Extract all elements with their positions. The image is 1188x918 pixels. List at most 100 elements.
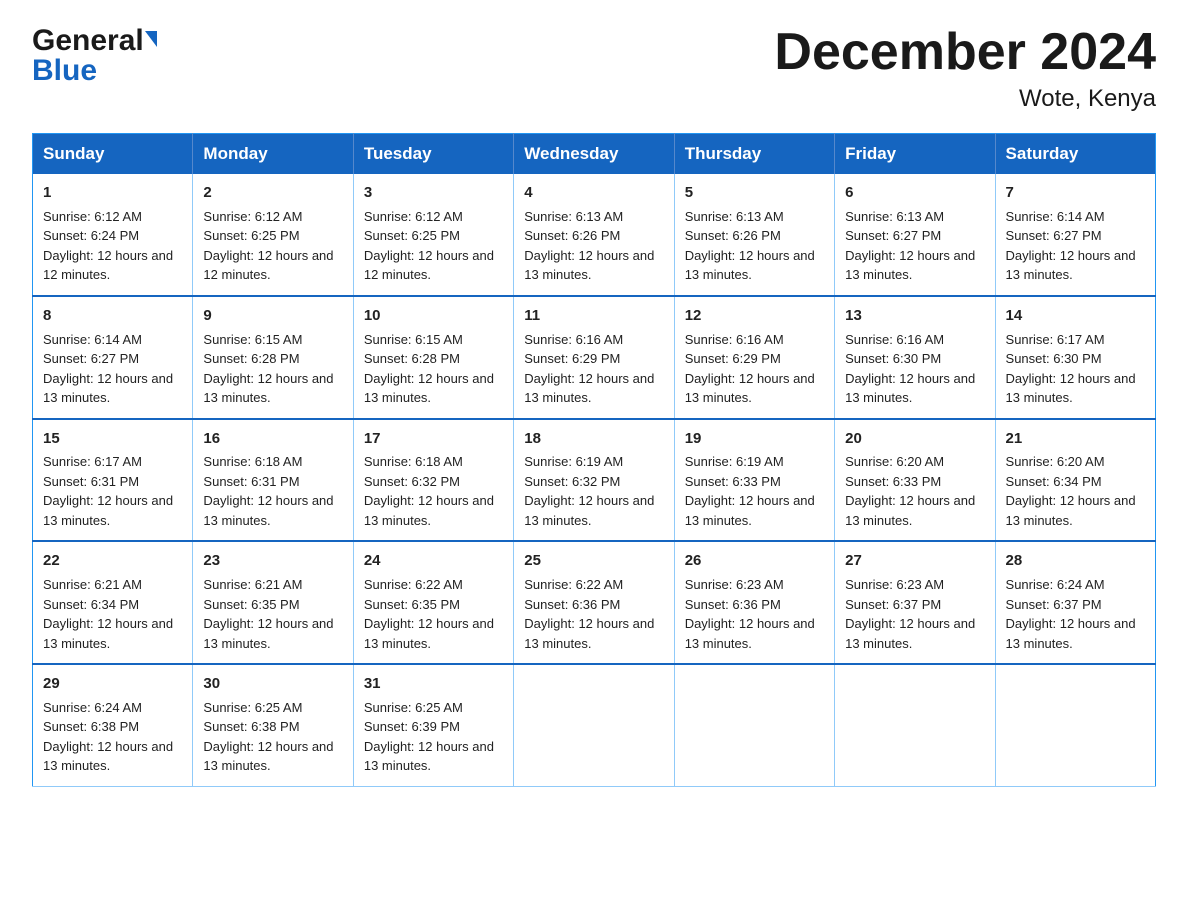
calendar-cell: 7Sunrise: 6:14 AMSunset: 6:27 PMDaylight… — [995, 174, 1155, 296]
day-info: Sunrise: 6:21 AMSunset: 6:34 PMDaylight:… — [43, 575, 182, 653]
day-number: 22 — [43, 550, 182, 572]
calendar-cell: 6 Sunrise: 6:13 AMSunset: 6:27 PMDaylight… — [835, 174, 995, 296]
calendar-table: Sunday Monday Tuesday Wednesday Thursday… — [32, 133, 1156, 787]
month-title: December 2024 — [774, 24, 1156, 81]
day-info: Sunrise: 6:12 AMSunset: 6:25 PMDaylight:… — [364, 207, 503, 285]
col-tuesday: Tuesday — [353, 134, 513, 175]
day-info: Sunrise: 6:13 AMSunset: 6:27 PMDaylight:… — [845, 207, 984, 285]
day-info: Sunrise: 6:14 AMSunset: 6:27 PMDaylight:… — [43, 330, 182, 408]
day-number: 25 — [524, 550, 663, 572]
title-block: December 2024 Wote, Kenya — [774, 24, 1156, 113]
calendar-cell: 18Sunrise: 6:19 AMSunset: 6:32 PMDayligh… — [514, 419, 674, 542]
day-info: Sunrise: 6:16 AMSunset: 6:29 PMDaylight:… — [685, 330, 824, 408]
day-info: Sunrise: 6:22 AMSunset: 6:36 PMDaylight:… — [524, 575, 663, 653]
calendar-body: 1Sunrise: 6:12 AMSunset: 6:24 PMDaylight… — [33, 174, 1156, 786]
day-number: 28 — [1006, 550, 1145, 572]
col-monday: Monday — [193, 134, 353, 175]
day-info: Sunrise: 6:15 AMSunset: 6:28 PMDaylight:… — [364, 330, 503, 408]
calendar-cell: 14 Sunrise: 6:17 AMSunset: 6:30 PMDayligh… — [995, 296, 1155, 419]
calendar-cell: 29Sunrise: 6:24 AMSunset: 6:38 PMDayligh… — [33, 664, 193, 786]
day-info: Sunrise: 6:21 AMSunset: 6:35 PMDaylight:… — [203, 575, 342, 653]
calendar-cell: 11Sunrise: 6:16 AMSunset: 6:29 PMDayligh… — [514, 296, 674, 419]
day-number: 3 — [364, 182, 503, 204]
day-number: 18 — [524, 428, 663, 450]
day-number: 5 — [685, 182, 824, 204]
col-thursday: Thursday — [674, 134, 834, 175]
day-number: 13 — [845, 305, 984, 327]
calendar-week-row: 22 Sunrise: 6:21 AMSunset: 6:34 PMDayligh… — [33, 541, 1156, 664]
day-number: 23 — [203, 550, 342, 572]
calendar-cell: 8 Sunrise: 6:14 AMSunset: 6:27 PMDaylight… — [33, 296, 193, 419]
day-info: Sunrise: 6:24 AMSunset: 6:37 PMDaylight:… — [1006, 575, 1145, 653]
day-number: 21 — [1006, 428, 1145, 450]
day-info: Sunrise: 6:16 AMSunset: 6:30 PMDaylight:… — [845, 330, 984, 408]
day-number: 29 — [43, 673, 182, 695]
day-number: 16 — [203, 428, 342, 450]
day-number: 6 — [845, 182, 984, 204]
day-info: Sunrise: 6:19 AMSunset: 6:33 PMDaylight:… — [685, 452, 824, 530]
calendar-cell — [995, 664, 1155, 786]
col-saturday: Saturday — [995, 134, 1155, 175]
day-info: Sunrise: 6:12 AMSunset: 6:25 PMDaylight:… — [203, 207, 342, 285]
calendar-cell: 3 Sunrise: 6:12 AMSunset: 6:25 PMDaylight… — [353, 174, 513, 296]
day-number: 31 — [364, 673, 503, 695]
day-number: 17 — [364, 428, 503, 450]
col-wednesday: Wednesday — [514, 134, 674, 175]
day-number: 20 — [845, 428, 984, 450]
day-number: 14 — [1006, 305, 1145, 327]
location: Wote, Kenya — [774, 85, 1156, 113]
calendar-cell: 12 Sunrise: 6:16 AMSunset: 6:29 PMDayligh… — [674, 296, 834, 419]
calendar-cell: 21Sunrise: 6:20 AMSunset: 6:34 PMDayligh… — [995, 419, 1155, 542]
day-info: Sunrise: 6:15 AMSunset: 6:28 PMDaylight:… — [203, 330, 342, 408]
calendar-week-row: 29Sunrise: 6:24 AMSunset: 6:38 PMDayligh… — [33, 664, 1156, 786]
day-number: 27 — [845, 550, 984, 572]
day-number: 2 — [203, 182, 342, 204]
calendar-cell — [835, 664, 995, 786]
calendar-cell: 2 Sunrise: 6:12 AMSunset: 6:25 PMDaylight… — [193, 174, 353, 296]
day-number: 24 — [364, 550, 503, 572]
calendar-cell: 16Sunrise: 6:18 AMSunset: 6:31 PMDayligh… — [193, 419, 353, 542]
day-number: 7 — [1006, 182, 1145, 204]
day-info: Sunrise: 6:25 AMSunset: 6:39 PMDaylight:… — [364, 698, 503, 776]
day-info: Sunrise: 6:13 AMSunset: 6:26 PMDaylight:… — [524, 207, 663, 285]
day-info: Sunrise: 6:20 AMSunset: 6:33 PMDaylight:… — [845, 452, 984, 530]
day-number: 4 — [524, 182, 663, 204]
calendar-cell: 19Sunrise: 6:19 AMSunset: 6:33 PMDayligh… — [674, 419, 834, 542]
col-sunday: Sunday — [33, 134, 193, 175]
calendar-cell: 5Sunrise: 6:13 AMSunset: 6:26 PMDaylight… — [674, 174, 834, 296]
day-number: 8 — [43, 305, 182, 327]
calendar-cell: 10 Sunrise: 6:15 AMSunset: 6:28 PMDayligh… — [353, 296, 513, 419]
calendar-header: Sunday Monday Tuesday Wednesday Thursday… — [33, 134, 1156, 175]
calendar-week-row: 1Sunrise: 6:12 AMSunset: 6:24 PMDaylight… — [33, 174, 1156, 296]
page-header: General Blue December 2024 Wote, Kenya — [32, 24, 1156, 113]
day-info: Sunrise: 6:17 AMSunset: 6:30 PMDaylight:… — [1006, 330, 1145, 408]
calendar-cell: 25 Sunrise: 6:22 AMSunset: 6:36 PMDayligh… — [514, 541, 674, 664]
logo-general: General — [32, 24, 144, 58]
calendar-cell — [514, 664, 674, 786]
day-info: Sunrise: 6:23 AMSunset: 6:36 PMDaylight:… — [685, 575, 824, 653]
logo-blue: Blue — [32, 54, 157, 88]
logo-arrow-icon — [145, 31, 157, 47]
calendar-cell: 23 Sunrise: 6:21 AMSunset: 6:35 PMDayligh… — [193, 541, 353, 664]
day-number: 1 — [43, 182, 182, 204]
day-number: 12 — [685, 305, 824, 327]
day-info: Sunrise: 6:17 AMSunset: 6:31 PMDaylight:… — [43, 452, 182, 530]
day-number: 30 — [203, 673, 342, 695]
calendar-cell: 9Sunrise: 6:15 AMSunset: 6:28 PMDaylight… — [193, 296, 353, 419]
logo: General Blue — [32, 24, 157, 88]
calendar-week-row: 8 Sunrise: 6:14 AMSunset: 6:27 PMDaylight… — [33, 296, 1156, 419]
calendar-cell: 27Sunrise: 6:23 AMSunset: 6:37 PMDayligh… — [835, 541, 995, 664]
calendar-cell: 17Sunrise: 6:18 AMSunset: 6:32 PMDayligh… — [353, 419, 513, 542]
calendar-cell: 22 Sunrise: 6:21 AMSunset: 6:34 PMDayligh… — [33, 541, 193, 664]
calendar-cell: 31 Sunrise: 6:25 AMSunset: 6:39 PMDayligh… — [353, 664, 513, 786]
calendar-cell: 13 Sunrise: 6:16 AMSunset: 6:30 PMDayligh… — [835, 296, 995, 419]
day-number: 26 — [685, 550, 824, 572]
day-info: Sunrise: 6:25 AMSunset: 6:38 PMDaylight:… — [203, 698, 342, 776]
calendar-cell: 1Sunrise: 6:12 AMSunset: 6:24 PMDaylight… — [33, 174, 193, 296]
day-number: 10 — [364, 305, 503, 327]
day-number: 11 — [524, 305, 663, 327]
day-info: Sunrise: 6:22 AMSunset: 6:35 PMDaylight:… — [364, 575, 503, 653]
calendar-cell: 26 Sunrise: 6:23 AMSunset: 6:36 PMDayligh… — [674, 541, 834, 664]
calendar-cell — [674, 664, 834, 786]
days-of-week-row: Sunday Monday Tuesday Wednesday Thursday… — [33, 134, 1156, 175]
